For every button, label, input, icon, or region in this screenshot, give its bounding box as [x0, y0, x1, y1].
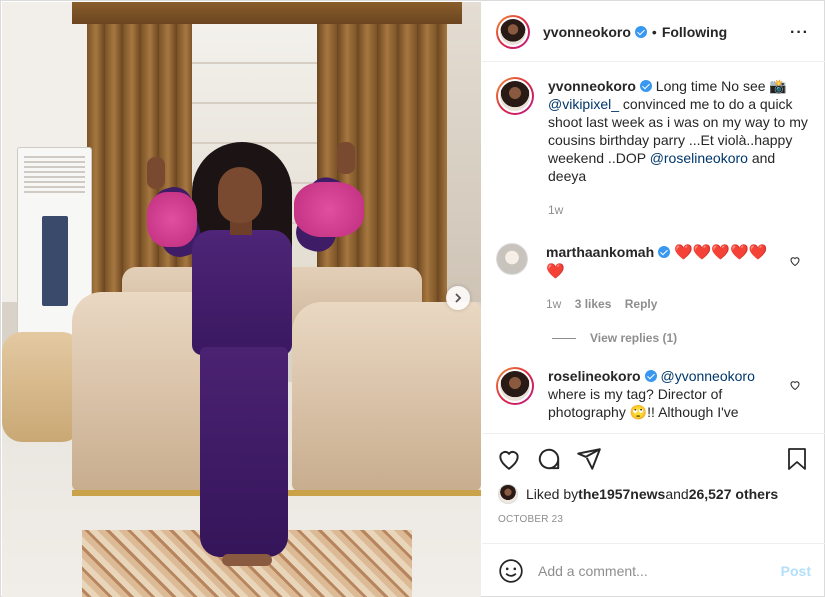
caption-text: yvonneokoro Long time No see 📸 @vikipixe…	[548, 77, 808, 219]
eyeroll-emoji-icon: 🙄	[629, 404, 648, 420]
photo-armchair-right	[292, 302, 481, 492]
hearts-emoji-line2: ❤️	[546, 263, 565, 280]
post-side-panel: yvonneokoro • Following ··· yvonneokoro Lo…	[482, 2, 825, 597]
mention-yvonneokoro[interactable]: @yvonneokoro	[660, 368, 754, 384]
post-button[interactable]: Post	[781, 563, 811, 579]
photo-side-chair	[2, 332, 82, 442]
caption: yvonneokoro Long time No see 📸 @vikipixe…	[496, 77, 808, 219]
photo-feather-cuff-left	[147, 192, 197, 247]
comment-body-end: !! Although I've	[647, 404, 739, 420]
smiley-icon[interactable]	[498, 558, 524, 584]
caption-text-1: Long time No see	[655, 78, 770, 94]
following-button[interactable]: Following	[662, 24, 727, 40]
photo-feather-cuff-right	[294, 182, 364, 237]
photo-woman-feet	[222, 554, 272, 566]
liker-avatar[interactable]	[498, 484, 518, 504]
photo-woman-face	[218, 167, 262, 223]
post-date[interactable]: OCTOBER 23	[498, 514, 563, 525]
reply-button[interactable]: Reply	[625, 297, 658, 311]
verified-badge-icon	[658, 246, 671, 258]
photo-valance	[72, 2, 462, 24]
camera-emoji-icon: 📸	[769, 78, 787, 94]
likes-prefix: Liked by	[526, 486, 579, 502]
chevron-right-icon[interactable]	[446, 286, 470, 310]
comments-list: yvonneokoro Long time No see 📸 @vikipixe…	[482, 63, 825, 433]
photo-woman-top	[192, 230, 292, 355]
mention-roselineokoro[interactable]: @roselineokoro	[650, 150, 748, 166]
commenter-avatar[interactable]	[496, 243, 528, 275]
comment-text: marthaankomah ❤️❤️❤️❤️❤️ ❤️	[546, 243, 786, 281]
add-comment-bar: Post	[482, 543, 825, 597]
likes-others[interactable]: 26,527 others	[689, 486, 779, 502]
comment-item: marthaankomah ❤️❤️❤️❤️❤️ ❤️	[496, 243, 786, 281]
comment-time[interactable]: 1w	[546, 297, 561, 311]
author-line: yvonneokoro • Following	[543, 24, 727, 40]
heart-icon[interactable]	[496, 446, 522, 472]
comment-meta: 1w 3 likes Reply	[546, 297, 667, 311]
photo-woman-hand-right	[337, 142, 355, 174]
share-icon[interactable]	[576, 446, 602, 472]
author-avatar[interactable]	[496, 14, 530, 49]
comment-likes[interactable]: 3 likes	[575, 297, 612, 311]
mention-vikipixel[interactable]: @vikipixel_	[548, 96, 619, 112]
author-username[interactable]: yvonneokoro	[543, 24, 631, 40]
comment-username[interactable]: marthaankomah	[546, 244, 654, 260]
comment-username[interactable]: roselineokoro	[548, 368, 641, 384]
caption-avatar[interactable]	[496, 77, 534, 115]
likes-summary: Liked by the1957news and 26,527 others	[498, 484, 778, 504]
verified-badge-icon	[634, 25, 647, 38]
comment-text: roselineokoro @yvonneokoro where is my t…	[548, 367, 788, 421]
replies-divider	[552, 337, 576, 339]
post-photo[interactable]	[2, 2, 481, 597]
comment-like-heart-icon[interactable]	[789, 255, 801, 267]
comment-like-heart-icon[interactable]	[789, 379, 801, 391]
photo-woman-hand-left	[147, 157, 165, 189]
caption-time[interactable]: 1w	[548, 201, 808, 219]
caption-username[interactable]: yvonneokoro	[548, 78, 636, 94]
comment-item: roselineokoro @yvonneokoro where is my t…	[496, 367, 788, 421]
comment-input[interactable]	[538, 562, 758, 579]
separator-dot: •	[651, 23, 657, 40]
commenter-avatar[interactable]	[496, 367, 534, 405]
liker-username[interactable]: the1957news	[578, 486, 665, 502]
likes-middle: and	[665, 486, 689, 502]
hearts-emoji: ❤️❤️❤️❤️❤️	[674, 244, 768, 261]
action-bar	[482, 433, 825, 481]
post-header: yvonneokoro • Following ···	[482, 2, 825, 62]
verified-badge-icon	[644, 370, 657, 382]
bookmark-icon[interactable]	[785, 446, 809, 472]
view-replies-label: View replies (1)	[590, 331, 678, 345]
post-modal: yvonneokoro • Following ··· yvonneokoro Lo…	[0, 0, 825, 597]
comment-icon[interactable]	[536, 446, 562, 472]
verified-badge-icon	[639, 80, 652, 92]
view-replies-button[interactable]: View replies (1)	[552, 331, 677, 345]
more-icon[interactable]: ···	[790, 24, 809, 42]
photo-woman-pants	[200, 347, 288, 557]
